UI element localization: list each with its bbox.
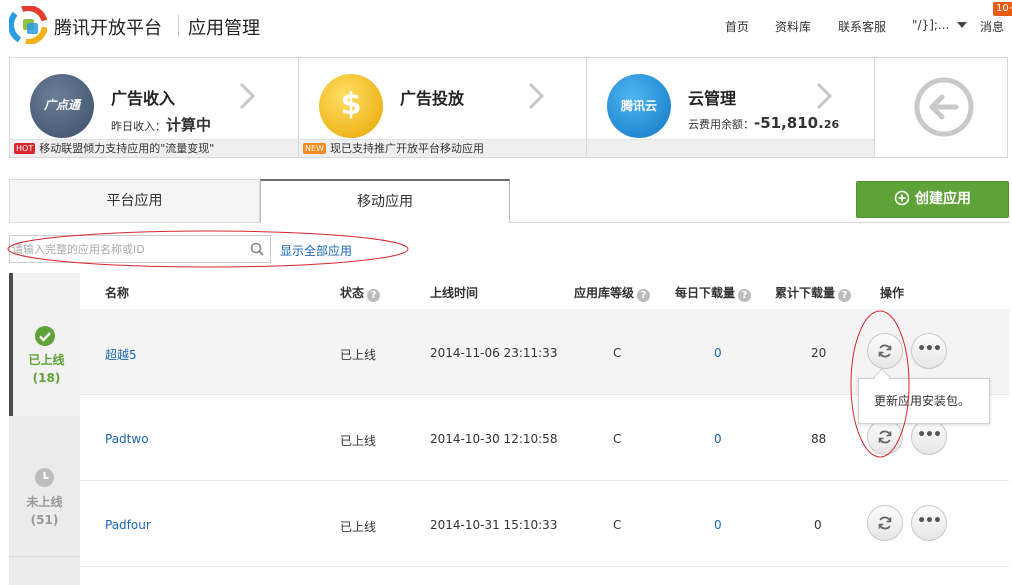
col-daily-downloads: 每日下载量? bbox=[675, 284, 752, 302]
ad-income-sub: 昨日收入：计算中 bbox=[111, 114, 211, 135]
user-menu[interactable]: "/}];... bbox=[912, 18, 949, 32]
cloud-balance: 云费用余额：-51,810.26 bbox=[688, 114, 839, 132]
app-status: 已上线 bbox=[340, 434, 377, 448]
app-online-time: 2014-11-06 23:11:33 bbox=[430, 346, 558, 360]
sidebar-item-online[interactable]: 已上线 (18) bbox=[9, 273, 80, 416]
search-highlight-annotation bbox=[7, 230, 409, 268]
ad-promotion-title: 广告投放 bbox=[400, 89, 465, 108]
col-actions: 操作 bbox=[880, 286, 905, 300]
cloud-balance-cents: 26 bbox=[823, 118, 840, 131]
hot-tag: HOT bbox=[14, 143, 36, 154]
help-icon[interactable]: ? bbox=[738, 289, 752, 302]
chevron-down-icon[interactable] bbox=[957, 22, 967, 28]
update-highlight-annotation bbox=[850, 310, 910, 458]
nav-library-link[interactable]: 资料库 bbox=[775, 18, 811, 35]
cloud-logo-text: 腾讯云 bbox=[620, 99, 657, 113]
cloud-panel[interactable]: 腾讯云 云管理 云费用余额：-51,810.26 bbox=[587, 58, 875, 157]
chevron-right-icon[interactable] bbox=[815, 82, 833, 110]
ad-income-note[interactable]: HOT 移动联盟倾力支持应用的"流量变现" bbox=[10, 139, 298, 157]
col-status: 状态? bbox=[340, 284, 381, 302]
check-circle-icon bbox=[35, 326, 55, 346]
sidebar-online-count: (18) bbox=[32, 371, 61, 385]
ad-income-note-text: 移动联盟倾力支持应用的"流量变现" bbox=[39, 142, 215, 155]
app-daily-downloads: 0 bbox=[714, 518, 722, 532]
app-grade: C bbox=[613, 518, 622, 532]
refresh-icon bbox=[878, 516, 892, 530]
create-app-label: 创建应用 bbox=[915, 191, 971, 207]
ad-promotion-panel[interactable]: $ 广告投放 NEW 现已支持推广开放平台移动应用 bbox=[299, 58, 587, 157]
table-row: Padfour 已上线 2014-10-31 15:10:33 C 0 0 ••… bbox=[80, 481, 1009, 567]
cloud-balance-label: 云费用余额： bbox=[688, 118, 754, 131]
yesterday-income-label: 昨日收入： bbox=[111, 120, 166, 133]
service-banner: 广点通 广告收入 昨日收入：计算中 HOT 移动联盟倾力支持应用的"流量变现" $… bbox=[9, 57, 1008, 158]
gdt-logo-text: 广点通 bbox=[43, 98, 80, 112]
app-name-link[interactable]: Padtwo bbox=[105, 432, 149, 446]
tab-mobile-apps[interactable]: 移动应用 bbox=[260, 179, 510, 223]
apps-table-header: 名称 状态? 上线时间 应用库等级? 每日下载量? 累计下载量? 操作 bbox=[80, 273, 1009, 309]
page-title: 应用管理 bbox=[188, 18, 260, 39]
app-grade: C bbox=[613, 346, 622, 360]
app-grade: C bbox=[613, 432, 622, 446]
create-app-button[interactable]: 创建应用 bbox=[856, 181, 1009, 218]
messages-count-badge: 10+ bbox=[993, 2, 1012, 16]
nav-support-link[interactable]: 联系客服 bbox=[838, 18, 886, 35]
sidebar-offline-count: (51) bbox=[30, 513, 59, 527]
app-daily-downloads: 0 bbox=[714, 432, 722, 446]
app-total-downloads: 0 bbox=[814, 518, 822, 532]
brand-name[interactable]: 腾讯开放平台 bbox=[54, 14, 162, 40]
app-daily-downloads: 0 bbox=[714, 346, 722, 360]
col-name: 名称 bbox=[105, 286, 130, 300]
chevron-right-icon[interactable] bbox=[238, 82, 256, 110]
cloud-balance-value: -51,810. bbox=[754, 114, 824, 132]
sidebar-online-label: 已上线 bbox=[28, 353, 65, 367]
arrow-left-circle-icon[interactable] bbox=[913, 76, 975, 138]
cloud-title: 云管理 bbox=[688, 89, 737, 108]
ad-income-panel[interactable]: 广点通 广告收入 昨日收入：计算中 HOT 移动联盟倾力支持应用的"流量变现" bbox=[10, 58, 299, 157]
yesterday-income-value: 计算中 bbox=[166, 116, 212, 134]
tencent-open-logo[interactable] bbox=[9, 6, 47, 44]
new-tag: NEW bbox=[303, 143, 326, 154]
app-name-link[interactable]: Padfour bbox=[105, 518, 151, 532]
dollar-coin-icon: $ bbox=[319, 74, 383, 138]
update-package-button[interactable] bbox=[867, 505, 903, 541]
app-total-downloads: 88 bbox=[811, 432, 827, 446]
ad-promotion-note[interactable]: NEW 现已支持推广开放平台移动应用 bbox=[299, 139, 586, 157]
app-online-time: 2014-10-30 12:10:58 bbox=[430, 432, 558, 446]
col-grade: 应用库等级? bbox=[574, 284, 651, 302]
plus-circle-icon bbox=[894, 190, 910, 206]
help-icon[interactable]: ? bbox=[367, 289, 381, 302]
col-grade-label: 应用库等级 bbox=[574, 286, 635, 300]
messages-link[interactable]: 消息 bbox=[980, 18, 1004, 35]
more-actions-button[interactable]: ••• bbox=[911, 333, 947, 369]
top-bar: 腾讯开放平台 应用管理 首页 资料库 联系客服 "/}];... 消息 10+ bbox=[0, 0, 1012, 56]
gdt-logo-icon: 广点通 bbox=[30, 74, 94, 138]
col-total-label: 累计下载量 bbox=[775, 286, 836, 300]
help-icon[interactable]: ? bbox=[637, 289, 651, 302]
clock-icon bbox=[35, 468, 54, 487]
nav-home-link[interactable]: 首页 bbox=[725, 18, 749, 35]
help-icon[interactable]: ? bbox=[838, 289, 852, 302]
cloud-note bbox=[587, 139, 874, 157]
sidebar-offline-label: 未上线 bbox=[26, 495, 63, 509]
col-status-label: 状态 bbox=[340, 286, 365, 300]
sidebar-item-offline[interactable]: 未上线 (51) bbox=[9, 416, 80, 557]
brand-divider bbox=[178, 15, 179, 37]
ad-income-title: 广告收入 bbox=[111, 89, 176, 108]
banner-back-panel[interactable] bbox=[875, 58, 1007, 157]
chevron-right-icon[interactable] bbox=[527, 82, 545, 110]
tab-platform-apps[interactable]: 平台应用 bbox=[9, 179, 260, 223]
app-status: 已上线 bbox=[340, 348, 377, 362]
more-actions-button[interactable]: ••• bbox=[911, 419, 947, 455]
app-name-link[interactable]: 超越5 bbox=[105, 346, 137, 363]
status-sidebar: 已上线 (18) 未上线 (51) bbox=[9, 273, 80, 585]
col-daily-label: 每日下载量 bbox=[675, 286, 736, 300]
app-online-time: 2014-10-31 15:10:33 bbox=[430, 518, 558, 532]
app-total-downloads: 20 bbox=[811, 346, 827, 360]
tencent-cloud-icon: 腾讯云 bbox=[607, 74, 671, 138]
col-online-time: 上线时间 bbox=[430, 286, 479, 300]
app-status: 已上线 bbox=[340, 520, 377, 534]
more-actions-button[interactable]: ••• bbox=[911, 505, 947, 541]
col-total-downloads: 累计下载量? bbox=[775, 284, 852, 302]
ad-promotion-note-text: 现已支持推广开放平台移动应用 bbox=[329, 142, 484, 155]
